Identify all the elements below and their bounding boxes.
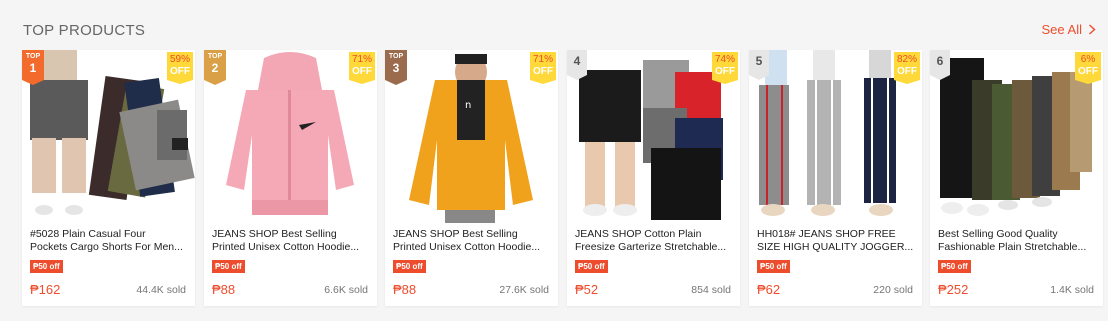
voucher-tag: ₱50 off (757, 260, 790, 273)
discount-off-label: OFF (533, 66, 553, 77)
discount-badge: 59% OFF (167, 52, 193, 84)
product-card[interactable]: n TOP 3 71% OFF JEANS SHOP Best Selling … (385, 50, 558, 306)
discount-percent: 6% (1080, 54, 1096, 65)
product-name-line: #5028 Plain Casual Four (30, 228, 146, 240)
product-name[interactable]: JEANS SHOP Best Selling Printed Unisex C… (393, 228, 551, 254)
product-price: ₱62 (757, 282, 781, 297)
discount-percent: 71% (532, 54, 553, 65)
rank-badge: 4 (567, 50, 587, 80)
product-card[interactable]: TOP 1 59% OFF #5028 Plain Casual Four Po… (22, 50, 195, 306)
rank-badge: 5 (749, 50, 769, 80)
voucher-tag: ₱50 off (393, 260, 426, 273)
product-list: TOP 1 59% OFF #5028 Plain Casual Four Po… (22, 50, 1106, 306)
see-all-link[interactable]: See All (1042, 22, 1096, 37)
rank-number: 2 (211, 61, 219, 75)
product-name[interactable]: JEANS SHOP Best Selling Printed Unisex C… (212, 228, 370, 254)
sold-count: 220 sold (873, 284, 913, 296)
product-price: ₱252 (938, 282, 969, 297)
discount-badge: 6% OFF (1075, 52, 1101, 84)
rank-number: 3 (392, 61, 400, 75)
sold-count: 854 sold (691, 284, 731, 296)
product-name[interactable]: HH018# JEANS SHOP FREE SIZE HIGH QUALITY… (757, 228, 915, 254)
sold-count: 1.4K sold (1050, 284, 1094, 296)
discount-off-label: OFF (170, 66, 190, 77)
discount-percent: 71% (351, 54, 372, 65)
rank-badge: 6 (930, 50, 950, 80)
sold-count: 27.6K sold (499, 284, 549, 296)
discount-off-label: OFF (897, 66, 917, 77)
discount-badge: 74% OFF (712, 52, 738, 84)
rank-badge: TOP 1 (22, 50, 44, 85)
rank-number: 1 (29, 61, 37, 75)
product-name-line: Printed Unisex Cotton Hoodie... (212, 241, 360, 253)
product-name-line: SIZE HIGH QUALITY JOGGER... (757, 241, 914, 253)
discount-off-label: OFF (715, 66, 735, 77)
product-name[interactable]: #5028 Plain Casual Four Pockets Cargo Sh… (30, 228, 188, 254)
chevron-right-icon (1089, 24, 1096, 35)
product-card[interactable]: 6 6% OFF Best Selling Good Quality Fashi… (930, 50, 1103, 306)
product-name-line: HH018# JEANS SHOP FREE (757, 228, 896, 240)
product-card[interactable]: 5 82% OFF HH018# JEANS SHOP FREE SIZE HI… (749, 50, 922, 306)
product-card[interactable]: 4 74% OFF JEANS SHOP Cotton Plain Freesi… (567, 50, 740, 306)
product-name-line: Fashionable Plain Stretchable... (938, 241, 1087, 253)
discount-badge: 82% OFF (894, 52, 920, 84)
discount-off-label: OFF (352, 66, 372, 77)
product-price: ₱88 (212, 282, 236, 297)
product-name-line: Printed Unisex Cotton Hoodie... (393, 241, 541, 253)
top-products-header: TOP PRODUCTS See All (0, 0, 1108, 50)
voucher-tag: ₱50 off (212, 260, 245, 273)
discount-badge: 71% OFF (530, 52, 556, 84)
section-title: TOP PRODUCTS (23, 22, 146, 39)
product-card[interactable]: TOP 2 71% OFF JEANS SHOP Best Selling Pr… (204, 50, 377, 306)
voucher-tag: ₱50 off (30, 260, 63, 273)
sold-count: 44.4K sold (136, 284, 186, 296)
discount-percent: 74% (714, 54, 735, 65)
discount-off-label: OFF (1078, 66, 1098, 77)
voucher-tag: ₱50 off (938, 260, 971, 273)
discount-percent: 82% (896, 54, 917, 65)
svg-text:n: n (465, 100, 471, 111)
product-price: ₱162 (30, 282, 61, 297)
product-name-line: Best Selling Good Quality (938, 228, 1058, 240)
discount-percent: 59% (169, 54, 190, 65)
sold-count: 6.6K sold (324, 284, 368, 296)
product-name[interactable]: JEANS SHOP Cotton Plain Freesize Garteri… (575, 228, 733, 254)
rank-badge: TOP 2 (204, 50, 226, 85)
voucher-tag: ₱50 off (575, 260, 608, 273)
product-name-line: JEANS SHOP Best Selling (393, 228, 518, 240)
product-name-line: Freesize Garterize Stretchable... (575, 241, 727, 253)
product-name-line: Pockets Cargo Shorts For Men... (30, 241, 183, 253)
rank-badge: TOP 3 (385, 50, 407, 85)
see-all-label: See All (1041, 22, 1082, 37)
product-name-line: JEANS SHOP Best Selling (212, 228, 337, 240)
discount-badge: 71% OFF (349, 52, 375, 84)
product-price: ₱88 (393, 282, 417, 297)
product-name[interactable]: Best Selling Good Quality Fashionable Pl… (938, 228, 1096, 254)
product-name-line: JEANS SHOP Cotton Plain (575, 228, 702, 240)
product-price: ₱52 (575, 282, 599, 297)
